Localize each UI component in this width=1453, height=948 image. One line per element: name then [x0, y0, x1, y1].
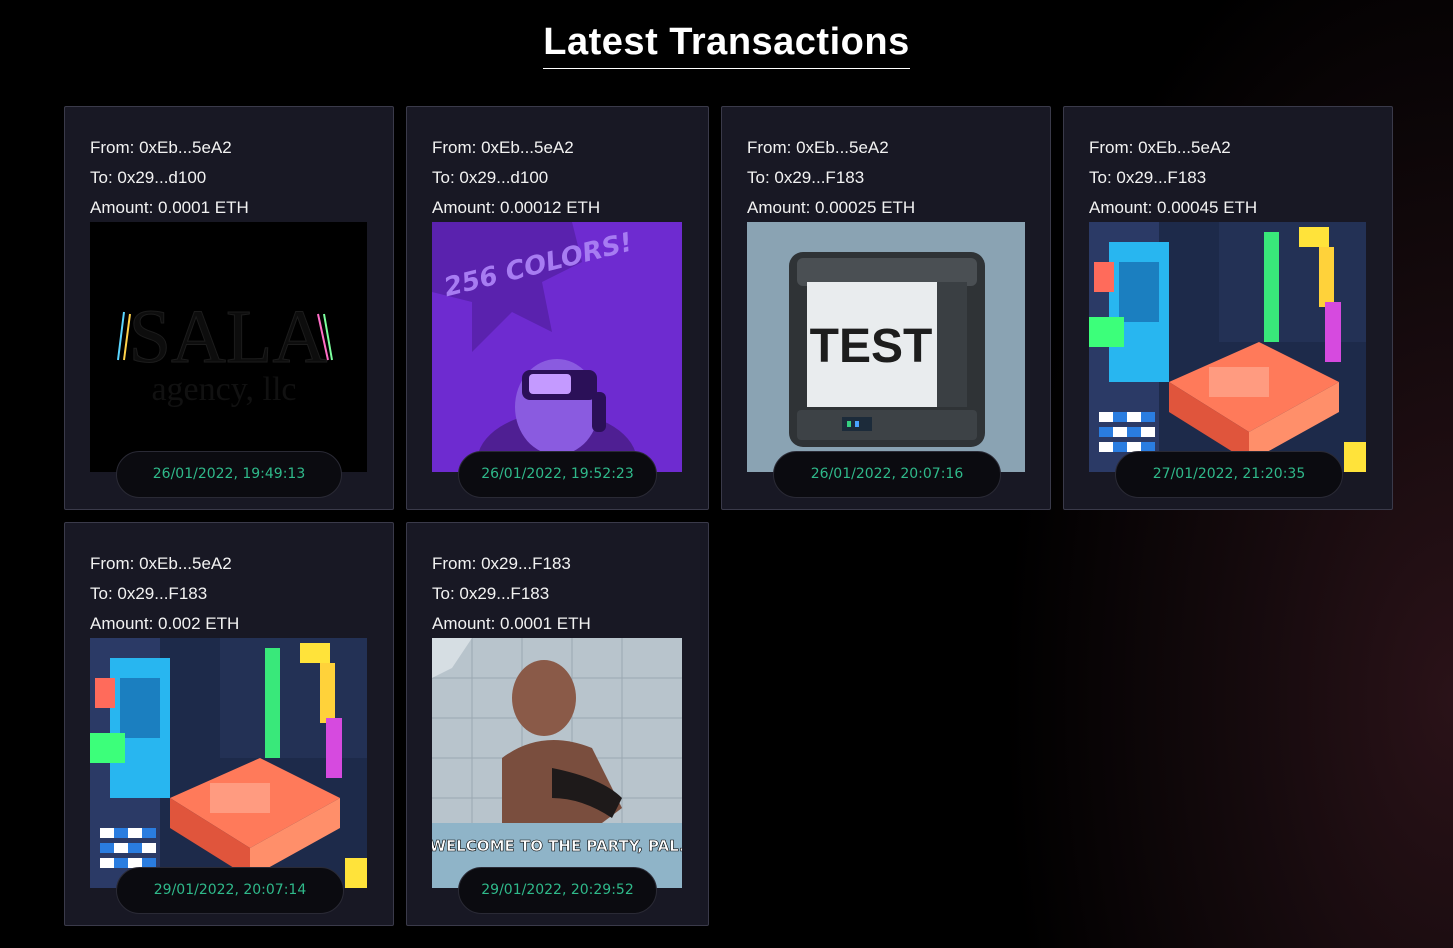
svg-text:SALA: SALA	[129, 295, 328, 379]
transaction-gif	[1089, 222, 1366, 472]
transaction-timestamp: 26/01/2022, 20:07:16	[773, 451, 1001, 498]
transaction-to: To: 0x29...F183	[432, 584, 550, 603]
transaction-to: To: 0x29...d100	[432, 168, 549, 187]
transaction-timestamp: 29/01/2022, 20:07:14	[116, 867, 344, 914]
transaction-gif: SALA agency, llc	[90, 222, 367, 472]
transaction-amount: Amount: 0.002 ETH	[90, 614, 240, 633]
transaction-card: From: 0xEb...5eA2 To: 0x29...F183 Amount…	[721, 106, 1051, 510]
transaction-amount: Amount: 0.00045 ETH	[1089, 198, 1258, 217]
header: Latest Transactions	[0, 18, 1453, 69]
transaction-gif	[90, 638, 367, 888]
page-title: Latest Transactions	[543, 18, 910, 69]
transaction-to: To: 0x29...F183	[1089, 168, 1207, 187]
transaction-card: From: 0x29...F183 To: 0x29...F183 Amount…	[406, 522, 709, 926]
transaction-amount: Amount: 0.0001 ETH	[432, 614, 591, 633]
transaction-from: From: 0xEb...5eA2	[90, 554, 232, 573]
transaction-from: From: 0xEb...5eA2	[432, 138, 574, 157]
transaction-card: From: 0xEb...5eA2 To: 0x29...F183 Amount…	[64, 522, 394, 926]
transaction-amount: Amount: 0.0001 ETH	[90, 198, 249, 217]
transaction-gif: WELCOME TO THE PARTY, PAL.	[432, 638, 682, 888]
transaction-to: To: 0x29...d100	[90, 168, 207, 187]
gif-caption: WELCOME TO THE PARTY, PAL.	[432, 837, 682, 855]
transaction-timestamp: 26/01/2022, 19:52:23	[458, 451, 657, 498]
transaction-card: From: 0xEb...5eA2 To: 0x29...F183 Amount…	[1063, 106, 1393, 510]
transaction-gif: TEST	[747, 222, 1025, 472]
transaction-timestamp: 26/01/2022, 19:49:13	[116, 451, 342, 498]
transaction-to: To: 0x29...F183	[747, 168, 865, 187]
transaction-to: To: 0x29...F183	[90, 584, 208, 603]
transaction-gif: 256 COLORS!	[432, 222, 682, 472]
gif-caption: TEST	[810, 320, 933, 373]
transaction-from: From: 0x29...F183	[432, 554, 571, 573]
svg-text:agency, llc: agency, llc	[151, 371, 296, 408]
transaction-timestamp: 29/01/2022, 20:29:52	[458, 867, 657, 914]
transaction-timestamp: 27/01/2022, 21:20:35	[1115, 451, 1343, 498]
transaction-card: From: 0xEb...5eA2 To: 0x29...d100 Amount…	[64, 106, 394, 510]
transaction-from: From: 0xEb...5eA2	[90, 138, 232, 157]
transaction-amount: Amount: 0.00012 ETH	[432, 198, 601, 217]
transaction-card: From: 0xEb...5eA2 To: 0x29...d100 Amount…	[406, 106, 709, 510]
transaction-amount: Amount: 0.00025 ETH	[747, 198, 916, 217]
transaction-from: From: 0xEb...5eA2	[1089, 138, 1231, 157]
transaction-from: From: 0xEb...5eA2	[747, 138, 889, 157]
